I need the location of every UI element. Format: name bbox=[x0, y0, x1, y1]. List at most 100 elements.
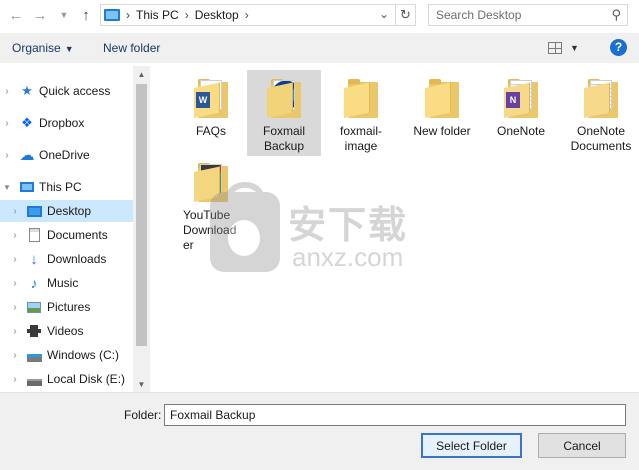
scrollbar-thumb[interactable] bbox=[136, 84, 147, 346]
onenote-folder-icon bbox=[584, 78, 618, 118]
folder-item-foxmail-backup[interactable]: Foxmail Backup bbox=[247, 70, 321, 156]
sidebar-item-label: Local Disk (E:) bbox=[47, 372, 126, 386]
chevron-right-icon[interactable]: › bbox=[2, 150, 12, 161]
sidebar-item-this-pc[interactable]: ▼ This PC bbox=[0, 176, 133, 198]
folder-icon bbox=[425, 78, 459, 118]
chevron-right-icon[interactable]: › bbox=[2, 86, 12, 97]
back-arrow-icon[interactable]: ← bbox=[6, 5, 26, 25]
desktop-icon bbox=[26, 203, 42, 219]
folder-item-onenote[interactable]: N OneNote bbox=[484, 70, 558, 156]
folder-item-new-folder[interactable]: New folder bbox=[405, 70, 479, 156]
sidebar-item-label: Downloads bbox=[47, 252, 107, 266]
folder-name-input[interactable] bbox=[164, 404, 626, 426]
view-grid-icon bbox=[548, 42, 562, 54]
folder-label: FAQs bbox=[195, 124, 226, 138]
sidebar-item-music[interactable]: › ♪ Music bbox=[0, 272, 133, 294]
chevron-right-icon[interactable]: › bbox=[10, 230, 20, 241]
folder-label: Foxmail Backup bbox=[262, 124, 305, 153]
folder-label: OneNote Documents bbox=[570, 124, 632, 153]
sidebar-item-label: Desktop bbox=[47, 204, 92, 218]
navigation-bar: ← → ▼ ↑ › This PC › Desktop › ⌄ ↻ ⚲ bbox=[0, 0, 639, 30]
scroll-down-arrow-icon[interactable]: ▼ bbox=[133, 378, 150, 392]
navigation-pane-scrollbar[interactable]: ▲ ▼ bbox=[133, 66, 150, 392]
cancel-button[interactable]: Cancel bbox=[538, 433, 626, 458]
dialog-footer: Folder: Select Folder Cancel bbox=[0, 392, 639, 470]
chevron-right-icon[interactable]: › bbox=[10, 302, 20, 313]
folder-label: foxmail-image bbox=[339, 124, 382, 153]
drive-icon bbox=[26, 347, 42, 363]
word-folder-icon: W bbox=[194, 78, 228, 118]
sidebar-item-dropbox[interactable]: › ❖ Dropbox bbox=[0, 112, 133, 134]
chevron-right-icon[interactable]: › bbox=[10, 254, 20, 265]
select-folder-button[interactable]: Select Folder bbox=[421, 433, 522, 458]
chevron-right-icon[interactable]: › bbox=[10, 206, 20, 217]
up-arrow-icon[interactable]: ↑ bbox=[76, 5, 96, 25]
pictures-icon bbox=[26, 299, 42, 315]
computer-icon bbox=[19, 179, 35, 195]
sidebar-item-videos[interactable]: › Videos bbox=[0, 320, 133, 342]
navigation-pane: › ★ Quick access › ❖ Dropbox › ☁ OneDriv… bbox=[0, 66, 150, 392]
drive-icon bbox=[26, 371, 42, 387]
documents-icon bbox=[26, 227, 42, 243]
sidebar-item-desktop[interactable]: › Desktop bbox=[0, 200, 133, 222]
sidebar-item-label: Documents bbox=[47, 228, 108, 242]
sidebar-item-label: Windows (C:) bbox=[47, 348, 120, 362]
sidebar-item-label: Quick access bbox=[39, 84, 111, 98]
folder-item-foxmail-image[interactable]: foxmail-image bbox=[324, 70, 398, 156]
new-folder-button[interactable]: New folder bbox=[103, 41, 160, 55]
refresh-icon[interactable]: ↻ bbox=[395, 5, 415, 25]
chevron-right-icon[interactable]: › bbox=[10, 326, 20, 337]
sidebar-item-onedrive[interactable]: › ☁ OneDrive bbox=[0, 144, 133, 166]
cloud-icon: ☁ bbox=[19, 147, 35, 164]
folder-item-faqs[interactable]: W FAQs bbox=[174, 70, 248, 156]
chevron-right-icon[interactable]: › bbox=[2, 118, 12, 129]
sidebar-item-downloads[interactable]: › ↓ Downloads bbox=[0, 248, 133, 270]
chevron-down-icon: ▼ bbox=[64, 44, 74, 54]
music-icon: ♪ bbox=[30, 275, 38, 291]
onenote-folder-icon: N bbox=[504, 78, 538, 118]
breadcrumb-this-pc[interactable]: This PC bbox=[136, 8, 179, 22]
folder-item-onenote-documents[interactable]: OneNote Documents bbox=[564, 70, 638, 156]
chevron-down-icon: ▼ bbox=[570, 43, 579, 53]
sidebar-item-label: Videos bbox=[47, 324, 84, 338]
forward-arrow-icon[interactable]: → bbox=[30, 5, 50, 25]
breadcrumb-separator[interactable]: › bbox=[126, 8, 130, 22]
sidebar-item-label: Pictures bbox=[47, 300, 91, 314]
sidebar-item-windows-c[interactable]: › Windows (C:) bbox=[0, 344, 133, 366]
organise-menu-button[interactable]: Organise ▼ bbox=[12, 41, 74, 55]
help-button[interactable]: ? bbox=[610, 39, 627, 56]
folder-picker-dialog: ← → ▼ ↑ › This PC › Desktop › ⌄ ↻ ⚲ Orga… bbox=[0, 0, 639, 470]
this-pc-icon bbox=[104, 9, 120, 21]
sidebar-item-pictures[interactable]: › Pictures bbox=[0, 296, 133, 318]
search-box[interactable]: ⚲ bbox=[428, 4, 628, 26]
address-bar[interactable]: › This PC › Desktop › ⌄ ↻ bbox=[100, 4, 416, 26]
folder-item-youtube-downloader[interactable]: YouTube Downloader bbox=[174, 154, 248, 254]
folder-content-area: W FAQs Foxmail Backup foxmail-image New … bbox=[150, 66, 639, 392]
chevron-right-icon[interactable]: › bbox=[10, 278, 20, 289]
scroll-up-arrow-icon[interactable]: ▲ bbox=[133, 68, 150, 82]
sidebar-item-label: Dropbox bbox=[39, 116, 85, 130]
sidebar-item-documents[interactable]: › Documents bbox=[0, 224, 133, 246]
address-dropdown-chevron-icon[interactable]: ⌄ bbox=[379, 7, 389, 21]
star-icon: ★ bbox=[21, 83, 33, 98]
folder-icon bbox=[344, 78, 378, 118]
breadcrumb-separator[interactable]: › bbox=[185, 8, 189, 22]
sidebar-item-label: Music bbox=[47, 276, 79, 290]
change-view-button[interactable]: ▼ bbox=[548, 40, 582, 56]
breadcrumb-separator[interactable]: › bbox=[245, 8, 249, 22]
search-input[interactable] bbox=[436, 8, 606, 22]
sidebar-item-local-disk-e[interactable]: › Local Disk (E:) bbox=[0, 368, 133, 390]
folder-label: YouTube Downloader bbox=[183, 208, 237, 252]
chevron-right-icon[interactable]: › bbox=[10, 374, 20, 385]
chevron-down-icon[interactable]: ▼ bbox=[2, 183, 12, 192]
search-icon[interactable]: ⚲ bbox=[611, 7, 621, 23]
video-folder-icon bbox=[194, 162, 228, 202]
foxmail-folder-icon bbox=[267, 78, 301, 118]
dropbox-icon: ❖ bbox=[21, 115, 33, 130]
recent-locations-chevron-icon[interactable]: ▼ bbox=[54, 5, 74, 25]
sidebar-item-label: This PC bbox=[39, 180, 82, 194]
breadcrumb-desktop[interactable]: Desktop bbox=[195, 8, 239, 22]
sidebar-item-quick-access[interactable]: › ★ Quick access bbox=[0, 80, 133, 102]
chevron-right-icon[interactable]: › bbox=[10, 350, 20, 361]
videos-icon bbox=[26, 323, 42, 339]
